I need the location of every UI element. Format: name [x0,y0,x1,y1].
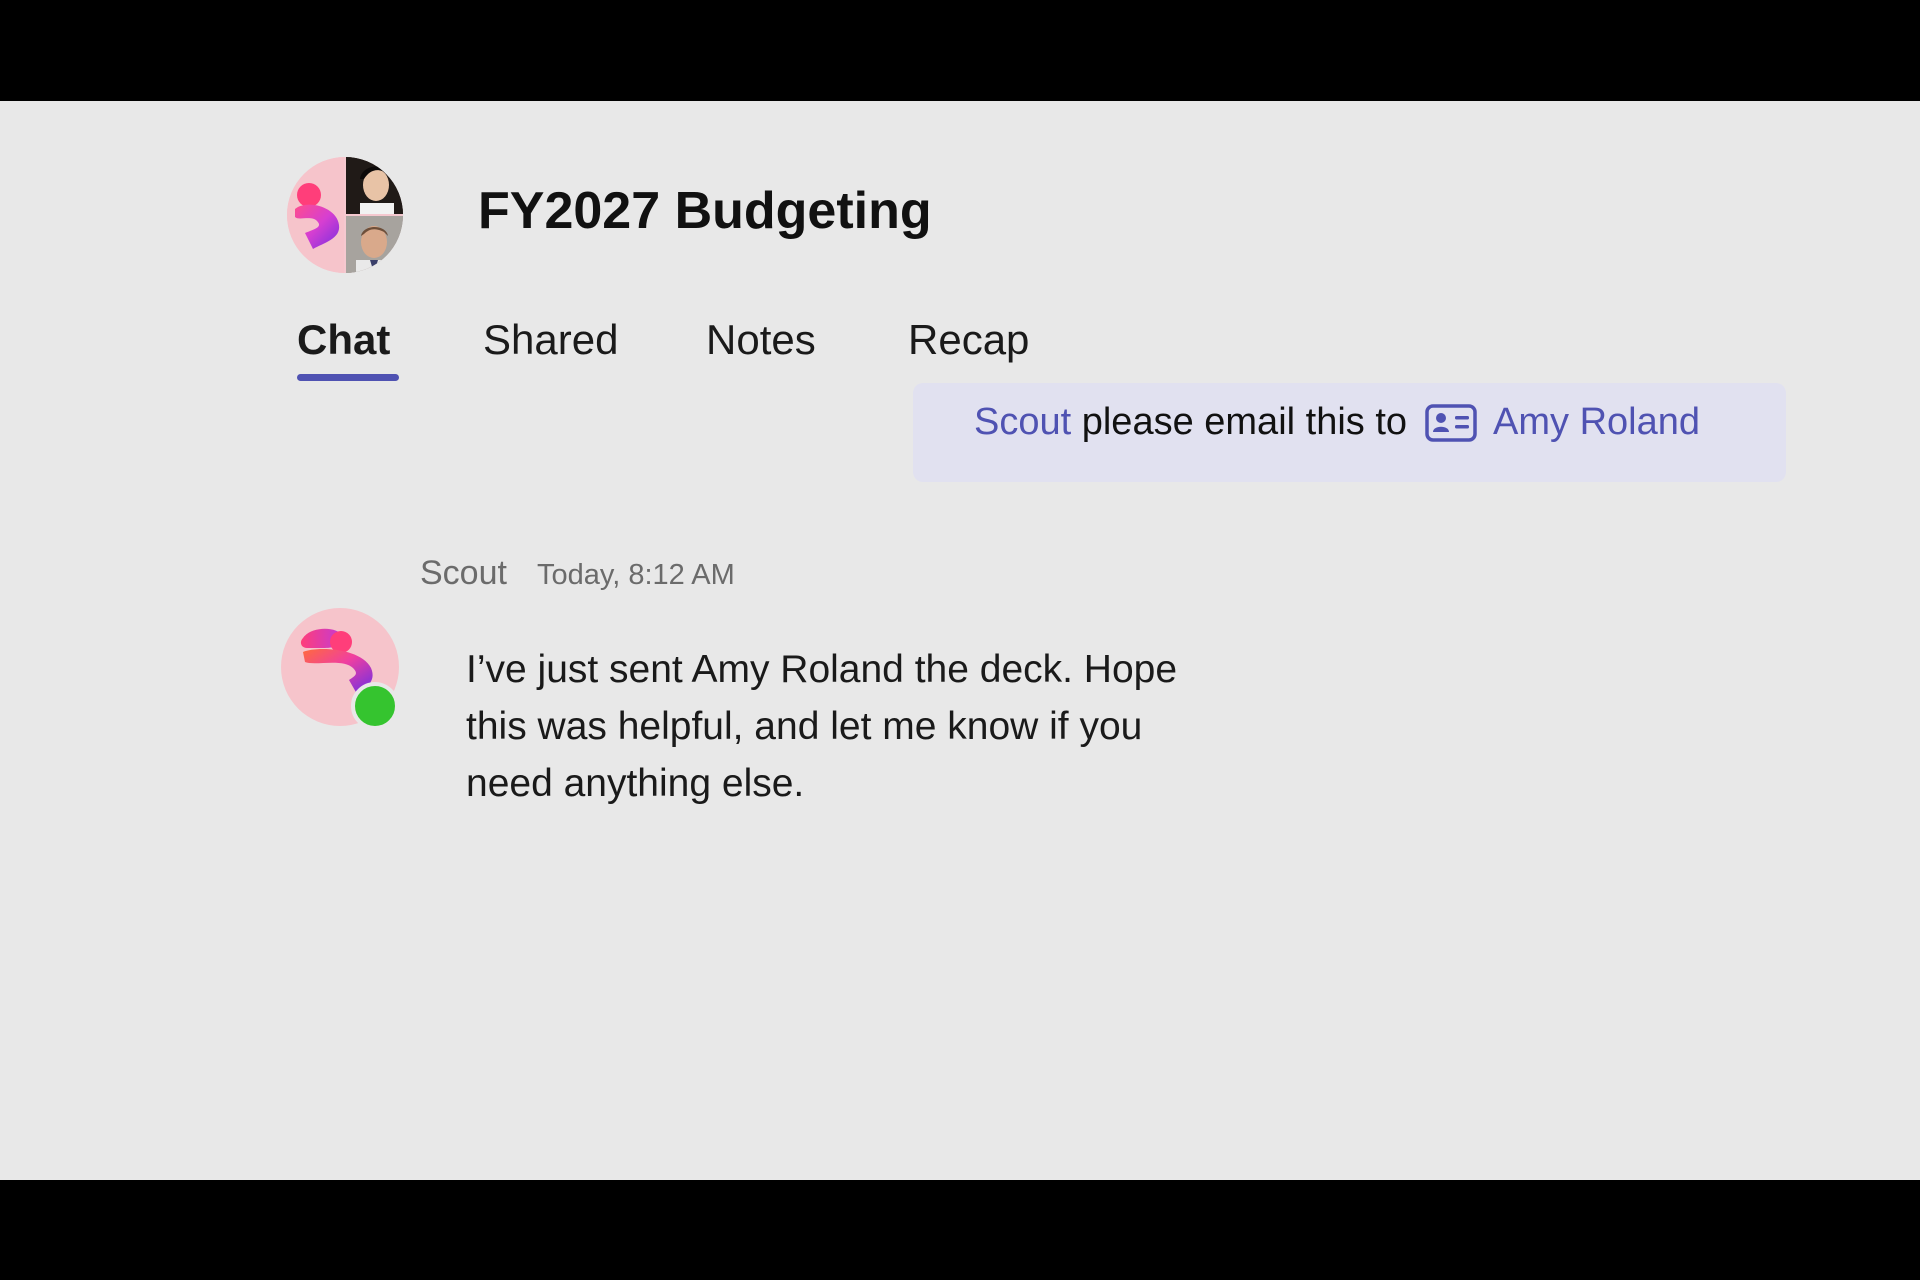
recipient-mention[interactable]: Amy Roland [1493,401,1700,444]
tab-chat[interactable]: Chat [297,316,390,364]
contact-card-icon [1425,403,1477,443]
chat-view: FY2027 Budgeting Chat Shared Notes Recap… [0,101,1920,1180]
user-message-bubble: Scout please email this to Amy Roland [913,383,1786,482]
tab-recap[interactable]: Recap [908,316,1029,364]
message-timestamp: Today, 8:12 AM [537,559,735,591]
request-text: please email this to [1081,401,1408,443]
participant-photo [346,157,403,214]
letterbox-top [0,0,1920,101]
letterbox-bottom [0,1180,1920,1280]
tab-notes[interactable]: Notes [706,316,816,364]
group-avatar[interactable] [287,157,403,273]
copilot-logo-icon [287,157,344,273]
presence-available-icon [351,682,399,730]
tab-shared[interactable]: Shared [483,316,618,364]
message-sender: Scout [420,554,507,592]
message-body: I’ve just sent Amy Roland the deck. Hope… [466,648,1178,805]
participant-photo [346,216,403,273]
active-tab-indicator [297,374,399,381]
chat-title: FY2027 Budgeting [478,182,932,240]
bot-mention[interactable]: Scout [974,401,1071,444]
